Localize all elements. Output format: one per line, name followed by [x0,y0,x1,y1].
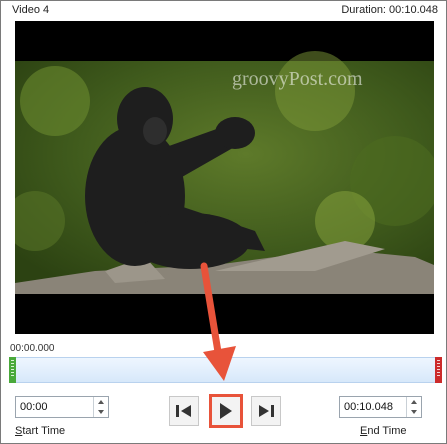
chevron-down-icon [411,410,417,414]
end-time-label-text: nd Time [367,425,407,437]
start-time-label-text: tart Time [22,425,66,437]
current-time: 00:00.000 [10,343,55,354]
end-time-spinner[interactable] [339,396,422,418]
trim-timeline[interactable] [9,357,442,383]
chevron-up-icon [98,400,104,404]
end-time-increment[interactable] [407,397,421,407]
start-trim-handle[interactable] [9,357,16,383]
start-time-spin-buttons [93,397,108,417]
watermark-text: groovyPost.com [232,68,363,90]
next-frame-icon [259,405,274,417]
start-time-label: Start Time [15,425,65,437]
play-button[interactable] [209,394,243,428]
video-preview[interactable]: groovyPost.com [15,21,434,334]
start-time-input[interactable] [16,397,92,417]
end-trim-handle[interactable] [435,357,442,383]
end-time-decrement[interactable] [407,407,421,417]
start-time-increment[interactable] [94,397,108,407]
start-time-spinner[interactable] [15,396,109,418]
video-frame-image: groovyPost.com [15,21,434,334]
chevron-up-icon [411,400,417,404]
chevron-down-icon [98,410,104,414]
start-time-decrement[interactable] [94,407,108,417]
end-time-label: End Time [360,425,406,437]
previous-frame-button[interactable] [169,396,199,426]
duration-label: Duration: 00:10.048 [341,4,438,16]
video-title: Video 4 [12,4,50,16]
play-icon [220,403,232,419]
end-time-spin-buttons [406,397,421,417]
trim-video-dialog: Video 4 Duration: 00:10.048 groovyPost.c… [0,0,447,444]
next-frame-button[interactable] [251,396,281,426]
end-time-input[interactable] [340,397,405,417]
previous-frame-icon [176,405,191,417]
